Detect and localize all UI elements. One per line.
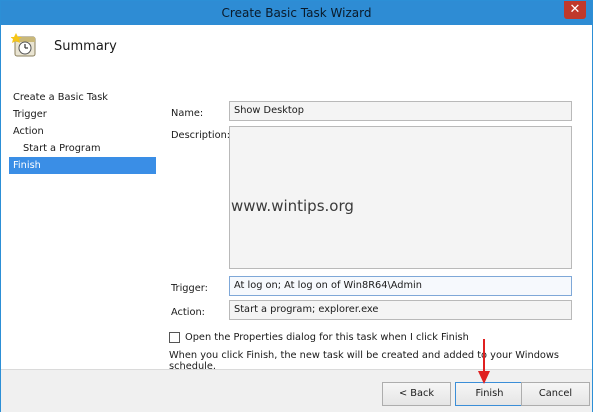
back-button[interactable]: < Back xyxy=(382,382,451,406)
window-title: Create Basic Task Wizard xyxy=(221,6,372,20)
step-finish[interactable]: Finish xyxy=(9,157,156,174)
action-label: Action: xyxy=(171,307,205,318)
close-button[interactable]: ✕ xyxy=(564,1,586,19)
open-properties-label[interactable]: Open the Properties dialog for this task… xyxy=(185,332,469,343)
name-label: Name: xyxy=(171,108,204,119)
cancel-button[interactable]: Cancel xyxy=(521,382,590,406)
description-label: Description: xyxy=(171,130,231,141)
trigger-label: Trigger: xyxy=(171,283,208,294)
step-create-basic-task[interactable]: Create a Basic Task xyxy=(9,89,156,106)
page-title: Summary xyxy=(54,39,117,54)
step-start-a-program[interactable]: Start a Program xyxy=(9,140,156,157)
title-bar[interactable]: Create Basic Task Wizard ✕ xyxy=(1,1,592,25)
step-action[interactable]: Action xyxy=(9,123,156,140)
button-bar: < Back Finish Cancel xyxy=(1,369,592,412)
name-field: Show Desktop xyxy=(229,101,572,121)
task-scheduler-icon xyxy=(11,33,36,57)
trigger-field: At log on; At log on of Win8R64\Admin xyxy=(229,276,572,296)
annotation-arrow-icon xyxy=(478,339,490,384)
watermark-text: www.wintips.org xyxy=(231,197,354,215)
step-trigger[interactable]: Trigger xyxy=(9,106,156,123)
close-icon: ✕ xyxy=(569,2,581,17)
wizard-window: Create Basic Task Wizard ✕ Summary Creat… xyxy=(0,0,593,412)
wizard-header: Summary xyxy=(1,25,592,85)
wizard-steps-nav: Create a Basic Task Trigger Action Start… xyxy=(9,89,156,174)
action-field: Start a program; explorer.exe xyxy=(229,300,572,320)
open-properties-checkbox[interactable] xyxy=(169,332,180,343)
finish-button[interactable]: Finish xyxy=(455,382,524,406)
